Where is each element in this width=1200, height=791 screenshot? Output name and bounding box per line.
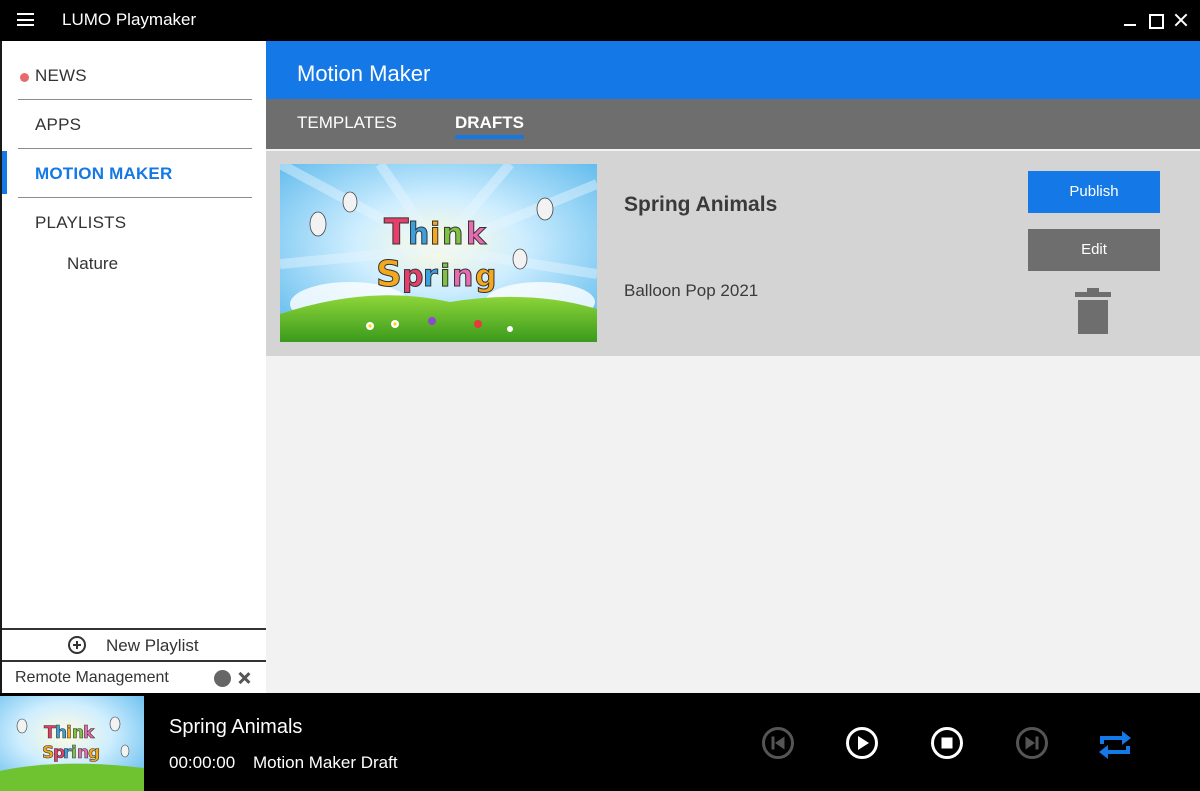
svg-text:T: T: [384, 212, 409, 253]
sidebar-item-playlists[interactable]: PLAYLISTS: [18, 198, 252, 247]
page-header: Motion Maker: [266, 41, 1200, 99]
think-spring-image: T h i n k S p r i n g: [280, 164, 597, 342]
sidebar-item-label: APPS: [35, 115, 82, 134]
maximize-icon[interactable]: [1145, 10, 1165, 30]
app-title: LUMO Playmaker: [62, 10, 197, 29]
draft-template-name: Balloon Pop 2021: [624, 281, 759, 300]
svg-text:r: r: [423, 259, 438, 294]
svg-text:S: S: [376, 254, 402, 295]
svg-text:i: i: [71, 743, 77, 763]
sidebar-item-news[interactable]: NEWS: [18, 51, 252, 100]
tab-templates[interactable]: TEMPLATES: [297, 113, 397, 133]
svg-text:p: p: [402, 259, 423, 294]
svg-text:i: i: [440, 259, 450, 294]
add-circle-icon: [68, 636, 86, 654]
player-bar: T h i n k S p r i n g Spring Animals 00:…: [0, 693, 1200, 791]
draft-card: T h i n k S p r i n g Spring Animals Bal…: [266, 151, 1200, 356]
svg-text:g: g: [88, 743, 100, 763]
sidebar-item-apps[interactable]: APPS: [18, 100, 252, 149]
svg-text:k: k: [83, 723, 95, 743]
skip-previous-icon[interactable]: [761, 726, 795, 760]
svg-text:g: g: [475, 259, 496, 294]
trash-icon[interactable]: [1075, 288, 1111, 334]
sidebar-item-label: PLAYLISTS: [35, 213, 127, 232]
new-playlist-label: New Playlist: [106, 636, 199, 655]
svg-text:h: h: [408, 217, 429, 252]
play-icon[interactable]: [845, 726, 879, 760]
skip-next-icon[interactable]: [1015, 726, 1049, 760]
new-playlist-button[interactable]: New Playlist: [2, 628, 266, 660]
svg-text:n: n: [452, 259, 473, 294]
sidebar-item-label: NEWS: [35, 66, 87, 85]
close-icon[interactable]: [1171, 10, 1191, 30]
svg-text:i: i: [430, 217, 440, 252]
active-indicator: [2, 151, 7, 194]
sidebar-item-motion-maker[interactable]: MOTION MAKER: [18, 149, 252, 198]
sidebar-item-label: MOTION MAKER: [35, 164, 173, 183]
hamburger-menu-icon[interactable]: [17, 13, 34, 26]
active-tab-underline: [455, 135, 524, 139]
page-title: Motion Maker: [297, 61, 431, 86]
remote-management-label: Remote Management: [15, 669, 169, 686]
svg-text:i: i: [66, 723, 72, 743]
remote-management-toggle[interactable]: [214, 670, 231, 687]
playback-time: 00:00:00: [169, 753, 236, 772]
notification-dot: [20, 73, 29, 82]
draft-thumbnail[interactable]: T h i n k S p r i n g: [280, 164, 597, 342]
now-playing-source: Motion Maker Draft: [253, 753, 398, 772]
svg-text:n: n: [442, 217, 463, 252]
title-bar: LUMO Playmaker: [0, 0, 1200, 41]
main-content: Motion Maker TEMPLATES DRAFTS T h i n k …: [266, 41, 1200, 693]
think-spring-image: T h i n k S p r i n g: [0, 696, 144, 791]
draft-title: Spring Animals: [624, 193, 778, 216]
minimize-icon[interactable]: [1120, 10, 1140, 30]
stop-icon[interactable]: [930, 726, 964, 760]
playlist-item-nature[interactable]: Nature: [67, 254, 118, 274]
close-icon[interactable]: [236, 670, 252, 686]
remote-management-bar: Remote Management: [2, 660, 266, 693]
svg-text:k: k: [466, 217, 487, 252]
tab-bar: TEMPLATES DRAFTS: [266, 99, 1200, 149]
player-thumbnail: T h i n k S p r i n g: [0, 696, 144, 791]
repeat-icon[interactable]: [1098, 728, 1132, 762]
now-playing-title: Spring Animals: [169, 716, 303, 738]
tab-drafts[interactable]: DRAFTS: [455, 113, 524, 133]
sidebar: NEWS APPS MOTION MAKER PLAYLISTS Nature …: [0, 41, 266, 693]
edit-button[interactable]: Edit: [1028, 229, 1160, 271]
publish-button[interactable]: Publish: [1028, 171, 1160, 213]
